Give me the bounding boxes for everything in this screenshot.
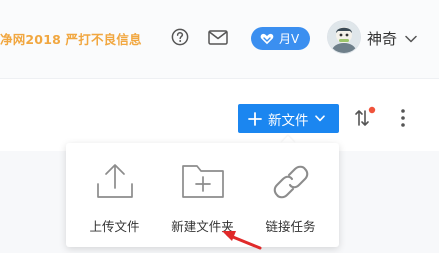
upload-file-item[interactable]: 上传文件 (69, 143, 160, 247)
link-icon (273, 165, 308, 199)
vip-badge[interactable]: 月V (251, 27, 310, 50)
chevron-down-icon[interactable] (405, 35, 417, 43)
upload-icon (96, 164, 133, 198)
avatar[interactable] (328, 21, 360, 53)
vip-label: 月V (279, 32, 300, 46)
avatar-image (328, 21, 360, 53)
new-folder-icon (181, 165, 224, 198)
mail-icon[interactable] (208, 30, 228, 45)
upload-file-label: 上传文件 (89, 219, 140, 234)
new-file-label: 新文件 (268, 112, 309, 129)
annotation-arrow (222, 231, 262, 250)
help-icon[interactable] (171, 28, 189, 46)
heart-icon (260, 33, 274, 44)
notice-link[interactable]: 净网2018 严打不良信息 (0, 29, 142, 48)
username[interactable]: 神奇 (367, 28, 397, 49)
new-file-dropdown: 上传文件 新建文件夹 链接任务 (66, 143, 339, 247)
chevron-down-icon (314, 115, 325, 122)
notification-dot (368, 106, 376, 114)
new-file-button[interactable]: 新文件 (238, 104, 339, 133)
plus-icon (248, 111, 262, 126)
sort-icon[interactable] (353, 105, 379, 129)
more-icon[interactable] (399, 108, 407, 128)
